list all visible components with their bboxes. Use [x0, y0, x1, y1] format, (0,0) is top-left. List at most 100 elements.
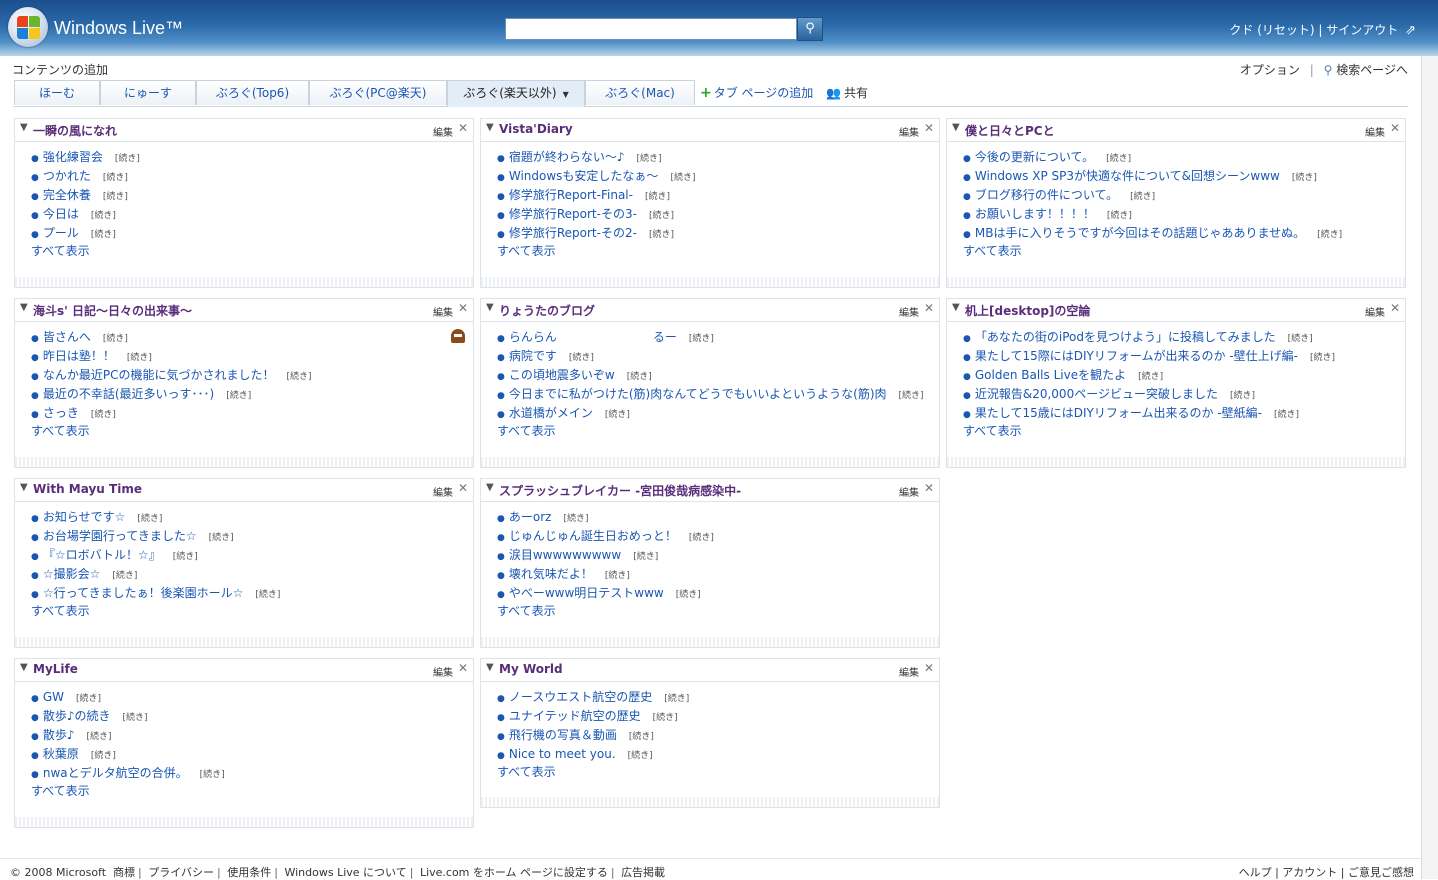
gadget-title[interactable]: 一瞬の風になれ	[33, 122, 117, 139]
footer-link-feedback[interactable]: ご意見ご感想	[1348, 866, 1414, 879]
footer-link-ads[interactable]: 広告掲載	[621, 866, 665, 879]
more-link[interactable]: [続き]	[649, 211, 674, 221]
feed-item-link[interactable]: ノースウエスト航空の歴史	[509, 690, 652, 704]
feed-item-link[interactable]: Nice to meet you.	[509, 747, 616, 761]
more-link[interactable]: [続き]	[605, 410, 630, 420]
chevron-down-icon[interactable]: ▼	[20, 482, 28, 493]
close-icon[interactable]: ✕	[458, 121, 468, 135]
more-link[interactable]: [続き]	[127, 353, 152, 363]
show-all-link[interactable]: すべて表示	[31, 422, 473, 439]
more-link[interactable]: [続き]	[664, 694, 689, 704]
more-link[interactable]: [続き]	[87, 732, 112, 742]
search-page-link[interactable]: 検索ページへ	[1336, 63, 1408, 77]
feed-item-link[interactable]: プール	[43, 226, 79, 240]
tab-news[interactable]: にゅーす	[100, 80, 196, 105]
tab-blog-top6[interactable]: ぶろぐ(Top6)	[196, 80, 309, 105]
more-link[interactable]: [続き]	[286, 372, 311, 382]
more-link[interactable]: [続き]	[1292, 173, 1317, 183]
more-link[interactable]: [続き]	[137, 514, 162, 524]
edit-button[interactable]: 編集	[433, 484, 453, 499]
feed-item-link[interactable]: MBは手に入りそうですが今回はその話題じゃあありませぬ。	[975, 226, 1305, 240]
more-link[interactable]: [続き]	[1230, 391, 1255, 401]
chevron-down-icon[interactable]: ▼	[486, 482, 494, 493]
close-icon[interactable]: ✕	[924, 661, 934, 675]
feed-item-link[interactable]: お知らせです☆	[43, 510, 126, 524]
chevron-down-icon[interactable]: ▼	[20, 662, 28, 673]
feed-item-link[interactable]: じゅんじゅん誕生日おめっと！	[509, 529, 677, 543]
feed-item-link[interactable]: 涙目wwwwwwwww	[509, 548, 621, 562]
gadget-title[interactable]: With Mayu Time	[33, 482, 142, 496]
more-link[interactable]: [続き]	[1138, 372, 1163, 382]
gadget-resize-bar[interactable]	[15, 277, 473, 287]
edit-button[interactable]: 編集	[899, 124, 919, 139]
feed-item-link[interactable]: ブログ移行の件について。	[975, 188, 1118, 202]
feed-item-link[interactable]: 病院です	[509, 349, 557, 363]
feed-item-link[interactable]: さっき	[43, 406, 79, 420]
more-link[interactable]: [続き]	[209, 533, 234, 543]
feed-item-link[interactable]: Windows XP SP3が快適な件について&回想シーンwww	[975, 169, 1280, 183]
feed-item-link[interactable]: 近況報告&20,000ページビュー突破しました	[975, 387, 1218, 401]
edit-button[interactable]: 編集	[899, 304, 919, 319]
close-icon[interactable]: ✕	[1390, 121, 1400, 135]
show-all-link[interactable]: すべて表示	[31, 782, 473, 799]
feed-item-link[interactable]: nwaとデルタ航空の合併。	[43, 766, 188, 780]
more-link[interactable]: [続き]	[649, 230, 674, 240]
more-link[interactable]: [続き]	[676, 590, 701, 600]
show-all-link[interactable]: すべて表示	[31, 602, 473, 619]
show-all-link[interactable]: すべて表示	[963, 422, 1405, 439]
more-link[interactable]: [続き]	[1130, 192, 1155, 202]
search-button[interactable]: ⚲	[797, 17, 823, 41]
feed-item-link[interactable]: 水道橋がメイン	[509, 406, 593, 420]
more-link[interactable]: [続き]	[627, 372, 652, 382]
feed-item-link[interactable]: ☆行ってきましたぁ！後楽園ホール☆	[43, 586, 244, 600]
feed-item-link[interactable]: 修学旅行Report-その3-	[509, 207, 637, 221]
chevron-down-icon[interactable]: ▼	[20, 302, 28, 313]
gadget-resize-bar[interactable]	[481, 797, 939, 807]
more-link[interactable]: [続き]	[103, 334, 128, 344]
add-tab-button[interactable]: + タブ ページの追加	[700, 80, 813, 106]
feed-item-link[interactable]: やべーwww明日テストwww	[509, 586, 664, 600]
more-link[interactable]: [続き]	[563, 514, 588, 524]
footer-link-set-home[interactable]: Live.com をホーム ページに設定する	[420, 866, 608, 879]
feed-item-link[interactable]: 今日までに私がつけた(筋)肉なんてどうでもいいよというような(筋)肉	[509, 387, 887, 401]
gadget-title[interactable]: 机上[desktop]の空論	[965, 302, 1090, 319]
more-link[interactable]: [続き]	[899, 391, 924, 401]
close-icon[interactable]: ✕	[458, 481, 468, 495]
more-link[interactable]: [続き]	[1106, 154, 1131, 164]
more-link[interactable]: [続き]	[637, 154, 662, 164]
more-link[interactable]: [続き]	[605, 571, 630, 581]
more-link[interactable]: [続き]	[689, 533, 714, 543]
more-link[interactable]: [続き]	[173, 552, 198, 562]
chevron-down-icon[interactable]: ▼	[486, 122, 494, 133]
more-link[interactable]: [続き]	[103, 192, 128, 202]
feed-item-link[interactable]: GW	[43, 690, 64, 704]
feed-item-link[interactable]: 飛行機の写真＆動画	[509, 728, 617, 742]
more-link[interactable]: [続き]	[1310, 353, 1335, 363]
more-link[interactable]: [続き]	[1317, 230, 1342, 240]
feed-item-link[interactable]: お台場学園行ってきました☆	[43, 529, 197, 543]
feed-item-link[interactable]: 修学旅行Report-その2-	[509, 226, 637, 240]
feed-item-link[interactable]: 散歩♪	[43, 728, 75, 742]
footer-link-help[interactable]: ヘルプ	[1239, 866, 1272, 879]
feed-item-link[interactable]: 完全休養	[43, 188, 91, 202]
chevron-down-icon[interactable]: ▼	[952, 302, 960, 313]
gadget-title[interactable]: Vista'Diary	[499, 122, 573, 136]
gadget-title[interactable]: 海斗s' 日記～日々の出来事～	[33, 302, 192, 319]
gadget-resize-bar[interactable]	[15, 457, 473, 467]
feed-item-link[interactable]: 修学旅行Report-Final-	[509, 188, 633, 202]
feed-item-link[interactable]: 昨日は塾！！	[43, 349, 115, 363]
more-link[interactable]: [続き]	[226, 391, 251, 401]
show-all-link[interactable]: すべて表示	[31, 242, 473, 259]
close-icon[interactable]: ✕	[458, 661, 468, 675]
gadget-resize-bar[interactable]	[481, 637, 939, 647]
gadget-resize-bar[interactable]	[15, 637, 473, 647]
feed-item-link[interactable]: 強化練習会	[43, 150, 103, 164]
gadget-title[interactable]: スプラッシュブレイカー -宮田俊哉病感染中-	[499, 482, 741, 499]
search-input[interactable]	[505, 18, 797, 40]
edit-button[interactable]: 編集	[433, 304, 453, 319]
close-icon[interactable]: ✕	[924, 301, 934, 315]
more-link[interactable]: [続き]	[645, 192, 670, 202]
more-link[interactable]: [続き]	[200, 770, 225, 780]
feed-item-link[interactable]: 壊れ気味だよ！	[509, 567, 593, 581]
more-link[interactable]: [続き]	[628, 751, 653, 761]
